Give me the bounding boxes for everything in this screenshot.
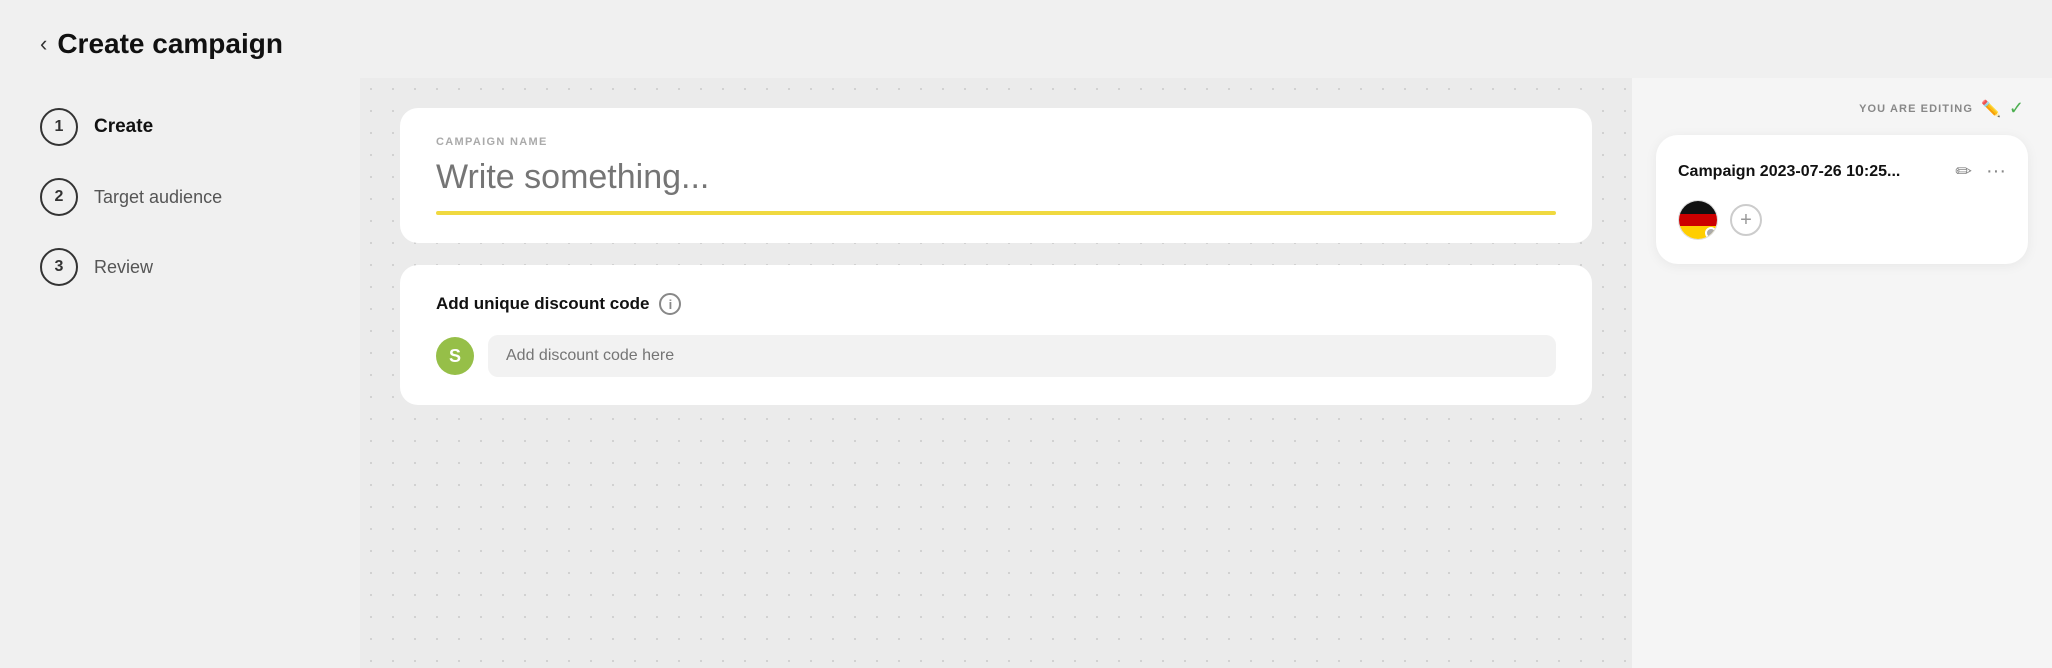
campaign-name-input[interactable] [436,158,1556,197]
sidebar-item-target-audience[interactable]: 2 Target audience [40,178,320,216]
discount-title: Add unique discount code [436,294,649,314]
sidebar-item-review[interactable]: 3 Review [40,248,320,286]
discount-input-row: S [436,335,1556,377]
editing-bar: YOU ARE EDITING ✏️ ✓ [1656,98,2028,119]
add-locale-button[interactable]: + [1730,204,1762,236]
page-title: Create campaign [57,28,283,60]
preview-flags-row: + [1678,200,2006,240]
campaign-name-card: CAMPAIGN NAME [400,108,1592,243]
editing-label: YOU ARE EDITING [1859,103,1973,115]
flag-status-dot [1705,227,1717,239]
back-button[interactable]: ‹ [40,31,47,57]
info-icon[interactable]: i [659,293,681,315]
discount-code-card: Add unique discount code i S [400,265,1592,405]
preview-campaign-name: Campaign 2023-07-26 10:25... [1678,163,1900,181]
preview-campaign-row: Campaign 2023-07-26 10:25... ✏ ··· [1678,159,2006,184]
step-label-review: Review [94,257,153,278]
edit-icon[interactable]: ✏ [1955,159,1972,184]
page-header: ‹ Create campaign [0,0,2052,78]
preview-actions: ✏ ··· [1955,159,2006,184]
more-options-icon[interactable]: ··· [1986,160,2006,183]
pencil-emoji: ✏️ [1981,99,2001,119]
shopify-icon: S [436,337,474,375]
content-area: CAMPAIGN NAME Add unique discount code i… [360,78,1632,668]
sidebar-item-create[interactable]: 1 Create [40,108,320,146]
campaign-name-underline [436,211,1556,215]
step-circle-3: 3 [40,248,78,286]
german-flag [1678,200,1718,240]
check-icon: ✓ [2009,98,2024,119]
main-layout: 1 Create 2 Target audience 3 Review CAMP… [0,78,2052,668]
preview-card: Campaign 2023-07-26 10:25... ✏ ··· + [1656,135,2028,264]
step-label-target: Target audience [94,187,222,208]
step-circle-1: 1 [40,108,78,146]
sidebar: 1 Create 2 Target audience 3 Review [0,78,360,668]
discount-code-input[interactable] [488,335,1556,377]
step-label-create: Create [94,116,153,138]
discount-header: Add unique discount code i [436,293,1556,315]
step-circle-2: 2 [40,178,78,216]
preview-panel: YOU ARE EDITING ✏️ ✓ Campaign 2023-07-26… [1632,78,2052,668]
campaign-name-label: CAMPAIGN NAME [436,136,1556,148]
